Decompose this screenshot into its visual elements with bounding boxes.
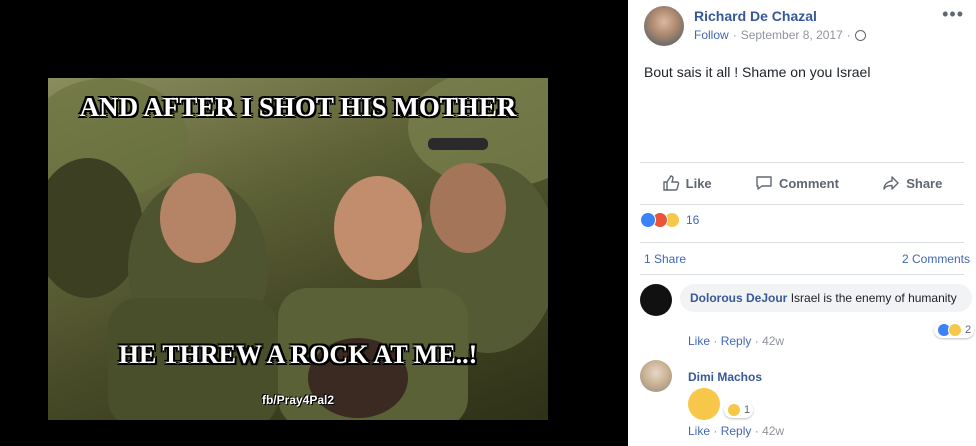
comment-reply-link[interactable]: Reply bbox=[721, 424, 752, 438]
share-button[interactable]: Share bbox=[882, 174, 942, 192]
link-separator: · bbox=[713, 334, 718, 348]
link-separator: · bbox=[713, 424, 718, 438]
meme-bottom-caption: HE THREW A ROCK AT ME..! bbox=[118, 340, 478, 369]
comment-count[interactable]: 2 Comments bbox=[902, 252, 970, 266]
comment-like-link[interactable]: Like bbox=[688, 334, 710, 348]
sad-reaction-icon bbox=[727, 403, 741, 417]
like-label: Like bbox=[685, 175, 712, 191]
comment-reply-link[interactable]: Reply bbox=[721, 334, 752, 348]
more-options-icon[interactable]: ••• bbox=[942, 4, 964, 25]
comment-actions: Like · Reply · 42w bbox=[688, 334, 784, 348]
share-label: Share bbox=[906, 175, 943, 191]
action-bar: Like Comment Share bbox=[640, 168, 964, 198]
like-button[interactable]: Like bbox=[662, 174, 712, 192]
comment-icon bbox=[756, 176, 772, 190]
like-reaction-icon bbox=[640, 212, 656, 228]
post-photo[interactable]: AND AFTER I SHOT HIS MOTHER HE THREW A R… bbox=[48, 78, 548, 420]
comment-reaction-count: 1 bbox=[744, 404, 751, 416]
comment-actions: Like · Reply · 42w bbox=[688, 424, 784, 438]
commenter-name[interactable]: Dolorous DeJour bbox=[690, 291, 787, 305]
comment-reactions[interactable]: 1 bbox=[724, 402, 754, 418]
post-text: Bout sais it all ! Shame on you Israel bbox=[644, 64, 871, 80]
comment-bubble: Dolorous DeJour Israel is the enemy of h… bbox=[680, 284, 972, 312]
comment-text: Israel is the enemy of humanity bbox=[790, 291, 957, 305]
link-separator-2: · bbox=[754, 424, 759, 438]
sad-sticker-icon bbox=[688, 388, 720, 420]
comment-reaction-count: 2 bbox=[965, 324, 972, 336]
comment-reactions[interactable]: 2 bbox=[934, 322, 975, 338]
divider-4 bbox=[640, 274, 964, 275]
sad-reaction-icon bbox=[948, 323, 962, 337]
meme-top-caption: AND AFTER I SHOT HIS MOTHER bbox=[79, 92, 517, 122]
stats-row: 1 Share 2 Comments bbox=[644, 252, 970, 266]
comment-button[interactable]: Comment bbox=[755, 174, 839, 192]
commenter-avatar[interactable] bbox=[640, 360, 672, 392]
link-separator-2: · bbox=[754, 334, 759, 348]
globe-icon[interactable] bbox=[854, 29, 866, 41]
reaction-count[interactable]: 16 bbox=[686, 213, 699, 227]
commenter-name[interactable]: Dimi Machos bbox=[688, 370, 762, 384]
thumbs-up-icon bbox=[662, 175, 679, 191]
divider-3 bbox=[640, 242, 964, 243]
post-date[interactable]: September 8, 2017 bbox=[741, 28, 843, 42]
comment-time[interactable]: 42w bbox=[762, 334, 784, 348]
comment-time[interactable]: 42w bbox=[762, 424, 784, 438]
commenter-avatar[interactable] bbox=[640, 284, 672, 316]
comment-label: Comment bbox=[778, 175, 839, 191]
post-panel: Richard De Chazal Follow · September 8, … bbox=[628, 0, 976, 446]
photo-viewer: AND AFTER I SHOT HIS MOTHER HE THREW A R… bbox=[0, 0, 628, 446]
author-name[interactable]: Richard De Chazal bbox=[694, 8, 817, 24]
reactions-summary[interactable]: 16 bbox=[640, 212, 699, 228]
divider bbox=[640, 162, 964, 163]
follow-link[interactable]: Follow bbox=[694, 28, 729, 42]
comment-like-link[interactable]: Like bbox=[688, 424, 710, 438]
author-avatar[interactable] bbox=[644, 6, 684, 46]
image-watermark: fb/Pray4Pal2 bbox=[261, 393, 335, 407]
meta-separator: · bbox=[732, 28, 737, 42]
divider-2 bbox=[640, 204, 964, 205]
post-meta: Follow · September 8, 2017 · bbox=[694, 28, 866, 42]
share-count[interactable]: 1 Share bbox=[644, 252, 686, 266]
meta-separator-2: · bbox=[846, 28, 851, 42]
share-icon bbox=[883, 176, 899, 190]
